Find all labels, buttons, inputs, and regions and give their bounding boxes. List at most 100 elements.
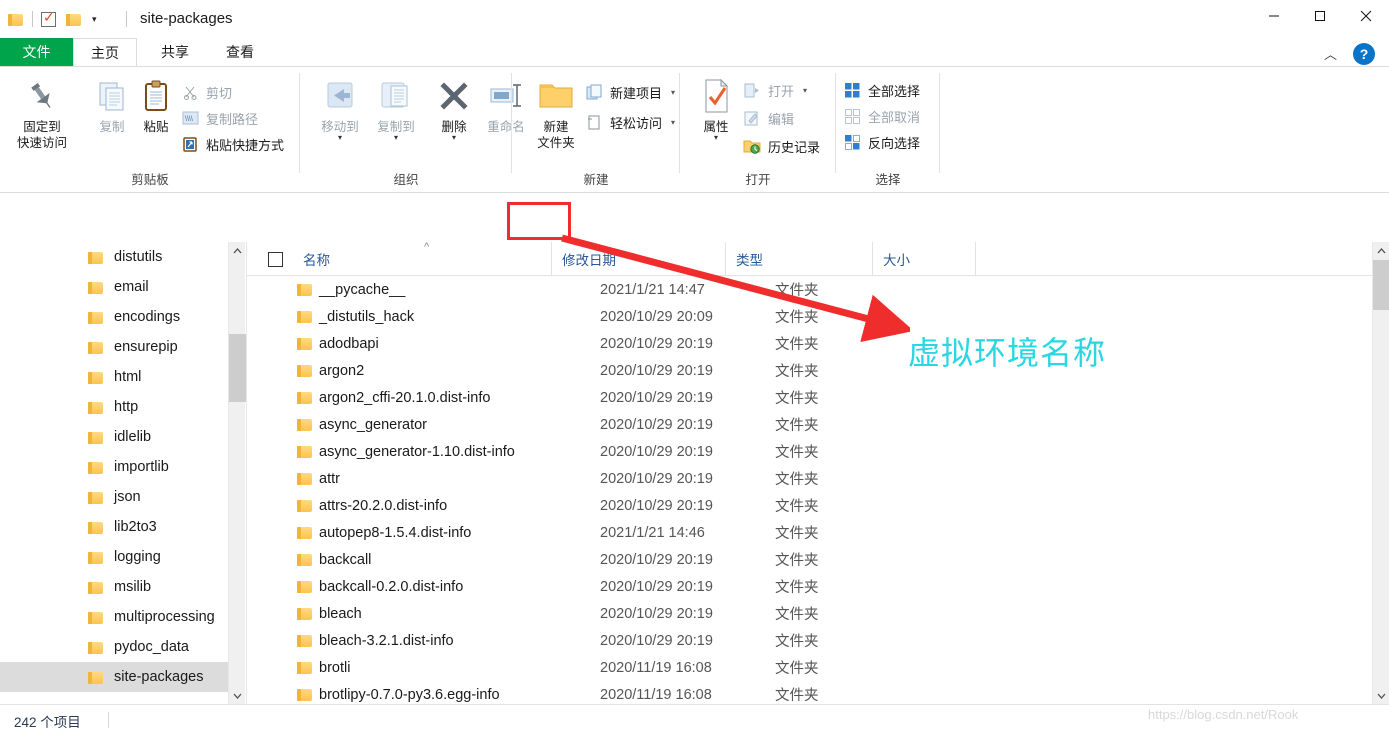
column-header-type[interactable]: 类型: [726, 242, 873, 275]
file-name: adodbapi: [319, 335, 379, 352]
chevron-down-icon[interactable]: ▾: [418, 134, 490, 142]
new-item-button[interactable]: 新建项目 ▾: [584, 79, 675, 105]
history-button[interactable]: 历史记录: [742, 133, 820, 159]
folder-icon: [297, 607, 313, 620]
table-row[interactable]: _distutils_hack 2020/10/29 20:09 文件夹: [247, 303, 1372, 330]
table-row[interactable]: __pycache__ 2021/1/21 14:47 文件夹: [247, 276, 1372, 303]
open-button[interactable]: 打开 ▾: [742, 77, 807, 103]
table-row[interactable]: brotlipy-0.7.0-py3.6.egg-info 2020/11/19 …: [247, 681, 1372, 704]
file-date: 2020/10/29 20:19: [600, 389, 713, 406]
edit-icon: [742, 109, 762, 127]
file-type: 文件夹: [775, 661, 819, 677]
table-row[interactable]: argon2_cffi-20.1.0.dist-info 2020/10/29 2…: [247, 384, 1372, 411]
file-name: bleach-3.2.1.dist-info: [319, 632, 454, 649]
tab-view[interactable]: 查看: [209, 38, 271, 66]
select-all-button[interactable]: 全部选择: [842, 77, 920, 103]
nav-item[interactable]: ensurepip: [0, 332, 228, 362]
minimize-button[interactable]: [1251, 0, 1297, 32]
table-row[interactable]: async_generator-1.10.dist-info 2020/10/29…: [247, 438, 1372, 465]
ribbon-collapse-icon[interactable]: ︿: [1324, 44, 1337, 63]
nav-item[interactable]: json: [0, 482, 228, 512]
select-all-checkbox[interactable]: [268, 252, 283, 267]
file-date: 2020/10/29 20:09: [600, 308, 713, 325]
file-list-scrollbar[interactable]: [1372, 242, 1389, 704]
nav-item[interactable]: distutils: [0, 242, 228, 272]
chevron-down-icon[interactable]: ▾: [92, 14, 97, 25]
column-headers: 名称 修改日期 类型 大小: [247, 242, 1372, 276]
scroll-up-icon[interactable]: [1373, 242, 1389, 259]
nav-item[interactable]: multiprocessing: [0, 602, 228, 632]
paste-shortcut-button[interactable]: 粘贴快捷方式: [180, 131, 284, 157]
folder-icon: [88, 521, 104, 534]
table-row[interactable]: attrs-20.2.0.dist-info 2020/10/29 20:19 文件…: [247, 492, 1372, 519]
nav-item[interactable]: msilib: [0, 572, 228, 602]
column-header-date[interactable]: 修改日期: [552, 242, 726, 275]
nav-item-label: pydoc_data: [114, 639, 189, 655]
paste-shortcut-label: 粘贴快捷方式: [206, 137, 285, 153]
select-none-button[interactable]: 全部取消: [842, 103, 920, 129]
scroll-up-icon[interactable]: [229, 242, 246, 259]
nav-item-label: http: [114, 399, 139, 415]
nav-item[interactable]: email: [0, 272, 228, 302]
history-label: 历史记录: [768, 139, 821, 155]
easy-access-label: 轻松访问: [610, 115, 663, 131]
table-row[interactable]: attr 2020/10/29 20:19 文件夹: [247, 465, 1372, 492]
title-bar: ▾ site-packages: [0, 0, 1389, 38]
close-button[interactable]: [1343, 0, 1389, 32]
tab-home[interactable]: 主页: [73, 38, 137, 66]
maximize-button[interactable]: [1297, 0, 1343, 32]
help-button[interactable]: ?: [1353, 43, 1375, 65]
tab-share[interactable]: 共享: [141, 38, 209, 66]
nav-item-label: importlib: [114, 459, 169, 475]
nav-item[interactable]: http: [0, 392, 228, 422]
easy-access-button[interactable]: 轻松访问 ▾: [584, 109, 675, 135]
tab-file[interactable]: 文件: [0, 38, 73, 66]
folder-icon: [88, 611, 104, 624]
copy-path-button[interactable]: \\\\ 复制路径: [180, 105, 258, 131]
new-folder-button[interactable]: 新建 文件夹: [520, 73, 592, 151]
nav-item-label: encodings: [114, 309, 181, 325]
cut-label: 剪切: [206, 85, 233, 101]
table-row[interactable]: argon2 2020/10/29 20:19 文件夹: [247, 357, 1372, 384]
nav-item[interactable]: importlib: [0, 452, 228, 482]
table-row[interactable]: async_generator 2020/10/29 20:19 文件夹: [247, 411, 1372, 438]
properties-check-icon[interactable]: [41, 9, 56, 27]
folder-icon: [297, 553, 313, 566]
nav-item[interactable]: pydoc_data: [0, 632, 228, 662]
pin-to-quick-access-button[interactable]: 固定到 快速访问: [6, 73, 78, 151]
column-header-name[interactable]: 名称: [247, 242, 552, 275]
scroll-down-icon[interactable]: [229, 687, 246, 704]
table-row[interactable]: bleach 2020/10/29 20:19 文件夹: [247, 600, 1372, 627]
nav-item[interactable]: html: [0, 362, 228, 392]
scroll-down-icon[interactable]: [1373, 687, 1389, 704]
nav-pane-scrollbar[interactable]: [228, 242, 246, 704]
new-folder-icon[interactable]: [66, 13, 82, 26]
column-header-size[interactable]: 大小: [873, 242, 976, 275]
nav-item[interactable]: logging: [0, 542, 228, 572]
edit-button[interactable]: 编辑: [742, 105, 794, 131]
folder-icon: [88, 491, 104, 504]
nav-item-site-packages[interactable]: site-packages: [0, 662, 228, 692]
chevron-down-icon[interactable]: ▾: [803, 86, 807, 95]
table-row[interactable]: adodbapi 2020/10/29 20:19 文件夹: [247, 330, 1372, 357]
folder-icon: [297, 418, 313, 431]
table-row[interactable]: backcall-0.2.0.dist-info 2020/10/29 20:19…: [247, 573, 1372, 600]
nav-item-label: msilib: [114, 579, 152, 595]
cut-button[interactable]: 剪切: [180, 79, 232, 105]
invert-selection-button[interactable]: 反向选择: [842, 129, 920, 155]
chevron-down-icon[interactable]: ▾: [671, 118, 675, 127]
nav-scroll-thumb[interactable]: [229, 334, 246, 402]
nav-item[interactable]: idlelib: [0, 422, 228, 452]
file-scroll-thumb[interactable]: [1373, 260, 1389, 310]
ribbon-group-label-organize: 组织: [393, 173, 419, 187]
table-row[interactable]: bleach-3.2.1.dist-info 2020/10/29 20:19 文件…: [247, 627, 1372, 654]
table-row[interactable]: brotli 2020/11/19 16:08 文件夹: [247, 654, 1372, 681]
folder-icon: [297, 310, 313, 323]
nav-item[interactable]: lib2to3: [0, 512, 228, 542]
table-row[interactable]: autopep8-1.5.4.dist-info 2021/1/21 14:46 文…: [247, 519, 1372, 546]
table-row[interactable]: backcall 2020/10/29 20:19 文件夹: [247, 546, 1372, 573]
ribbon-group-organize: 移动到 ▾ 复制到 ▾ 删除 ▾ 重命名 组织: [300, 67, 525, 193]
chevron-down-icon[interactable]: ▾: [671, 88, 675, 97]
ribbon-group-label-open: 打开: [745, 173, 771, 187]
nav-item[interactable]: encodings: [0, 302, 228, 332]
